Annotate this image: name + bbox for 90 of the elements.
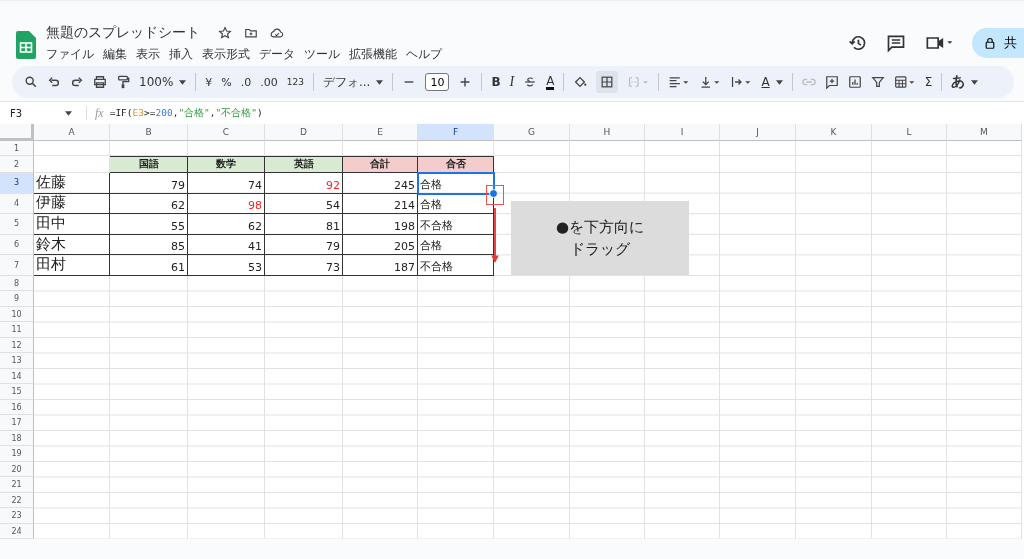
score-cell: 79 xyxy=(265,234,343,256)
function-label: fx xyxy=(95,105,104,121)
column-header[interactable]: I xyxy=(645,124,720,141)
total-cell: 187 xyxy=(343,255,418,276)
name-cell: 伊藤 xyxy=(34,193,110,215)
score-cell: 41 xyxy=(188,234,265,256)
column-header[interactable]: G xyxy=(494,124,570,141)
document-title[interactable]: 無題のスプレッドシート xyxy=(46,24,200,42)
row-header[interactable]: 1 xyxy=(0,141,34,156)
zoom-dropdown[interactable]: 100% xyxy=(139,75,187,89)
number-format-button[interactable]: 123 xyxy=(286,77,304,87)
score-cell: 61 xyxy=(110,255,188,276)
row-header[interactable]: 17 xyxy=(0,415,34,431)
column-heading-cell: 数学 xyxy=(188,156,265,173)
total-cell: 205 xyxy=(343,234,418,256)
column-heading-cell: 国語 xyxy=(110,156,188,173)
column-heading-cell: 合計 xyxy=(343,156,418,173)
menu-item[interactable]: データ xyxy=(259,46,295,63)
name-cell: 田中 xyxy=(34,214,110,235)
italic-button[interactable]: I xyxy=(509,74,515,90)
row-header[interactable]: 19 xyxy=(0,446,34,462)
column-header[interactable]: A xyxy=(34,124,110,141)
name-cell: 田村 xyxy=(34,255,110,276)
decrease-decimal-button[interactable]: .0 xyxy=(240,75,252,89)
score-cell: 79 xyxy=(110,173,188,194)
total-cell: 198 xyxy=(343,214,418,235)
menu-item[interactable]: ヘルプ xyxy=(406,46,442,63)
score-cell: 74 xyxy=(188,173,265,194)
row-header[interactable]: 11 xyxy=(0,322,34,338)
menu-item[interactable]: 拡張機能 xyxy=(349,46,397,63)
name-cell: 佐藤 xyxy=(34,173,110,194)
column-header[interactable]: M xyxy=(947,124,1022,141)
row-header[interactable]: 4 xyxy=(0,193,34,215)
column-header[interactable]: C xyxy=(188,124,265,141)
score-cell: 81 xyxy=(265,214,343,235)
menu-item[interactable]: 表示形式 xyxy=(202,46,250,63)
result-cell: 合格 xyxy=(418,234,494,256)
callout-text: ●を下方向に xyxy=(555,216,645,238)
name-box[interactable]: F3 xyxy=(0,107,80,119)
score-cell: 62 xyxy=(188,214,265,235)
row-header[interactable]: 15 xyxy=(0,384,34,400)
score-cell: 54 xyxy=(265,193,343,215)
column-header[interactable]: D xyxy=(265,124,343,141)
bold-button[interactable]: B xyxy=(491,75,501,89)
score-cell: 98 xyxy=(188,193,265,215)
result-cell: 不合格 xyxy=(418,214,494,235)
sum-button[interactable]: Σ xyxy=(924,75,933,89)
row-header[interactable]: 23 xyxy=(0,508,34,524)
row-header[interactable]: 5 xyxy=(0,214,34,235)
name-cell: 鈴木 xyxy=(34,234,110,256)
row-header[interactable]: 3 xyxy=(0,173,34,194)
total-cell: 214 xyxy=(343,193,418,215)
callout-text: ドラッグ xyxy=(570,239,630,260)
input-mode-dropdown[interactable]: あ xyxy=(951,73,979,91)
column-header[interactable]: F xyxy=(418,124,494,141)
text-color-button[interactable]: A xyxy=(546,74,555,90)
increase-decimal-button[interactable]: .00 xyxy=(260,75,278,89)
menu-item[interactable]: 表示 xyxy=(136,46,160,63)
score-cell: 62 xyxy=(110,193,188,215)
menu-item[interactable]: ツール xyxy=(304,46,340,63)
formula-text[interactable]: =IF(E3>=200,"合格","不合格") xyxy=(109,106,263,120)
score-cell: 92 xyxy=(265,173,343,194)
column-header[interactable]: K xyxy=(796,124,872,141)
font-dropdown[interactable]: デフォ... xyxy=(322,73,384,91)
font-size-field[interactable]: 10 xyxy=(425,73,450,91)
result-cell: 合格 xyxy=(418,173,494,194)
menu-item[interactable]: 編集 xyxy=(103,46,127,63)
total-cell: 245 xyxy=(343,173,418,194)
currency-button[interactable]: ¥ xyxy=(205,75,213,89)
column-header[interactable]: H xyxy=(570,124,645,141)
row-header[interactable]: 9 xyxy=(0,291,34,307)
row-header[interactable]: 7 xyxy=(0,255,34,276)
percent-button[interactable]: % xyxy=(221,75,232,89)
column-header[interactable]: L xyxy=(872,124,947,141)
row-header[interactable]: 2 xyxy=(0,156,34,173)
column-header[interactable]: J xyxy=(720,124,796,141)
score-cell: 55 xyxy=(110,214,188,235)
column-header[interactable]: E xyxy=(343,124,418,141)
menu-item[interactable]: ファイル xyxy=(46,46,94,63)
column-header[interactable]: B xyxy=(110,124,188,141)
share-button[interactable]: 共 xyxy=(972,28,1024,58)
menu-item[interactable]: 挿入 xyxy=(169,46,193,63)
score-cell: 53 xyxy=(188,255,265,276)
score-cell: 73 xyxy=(265,255,343,276)
row-header[interactable]: 6 xyxy=(0,234,34,256)
score-cell: 85 xyxy=(110,234,188,256)
column-heading-cell: 英語 xyxy=(265,156,343,173)
text-rotation-button[interactable]: A xyxy=(761,75,783,89)
row-header[interactable]: 21 xyxy=(0,477,34,493)
row-header[interactable]: 13 xyxy=(0,353,34,369)
